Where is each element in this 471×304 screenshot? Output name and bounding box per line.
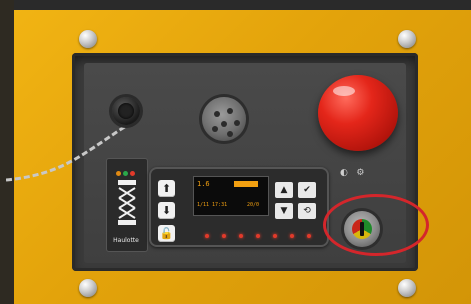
indicator-led xyxy=(307,234,311,238)
connector-pin xyxy=(227,131,233,137)
estop-highlight xyxy=(333,86,355,96)
display-line-2: 1/11 17:31 xyxy=(197,202,228,208)
connector-pin xyxy=(234,120,240,126)
indicator-led xyxy=(222,234,226,238)
multi-pin-connector xyxy=(202,97,246,141)
battery-indicator xyxy=(234,181,258,187)
key-switch-highlight xyxy=(323,194,429,256)
connector-pin xyxy=(227,108,233,114)
lcd-display: 1.6 1/11 17:31 20/0 xyxy=(193,176,269,216)
key-mode-icons: ◐ ⚙ xyxy=(340,168,365,178)
display-line-1: 1.6 xyxy=(197,180,210,188)
brand-label: Haulotte xyxy=(113,237,139,244)
indicator-led xyxy=(239,234,243,238)
connector-pin xyxy=(221,121,227,127)
connector-pin xyxy=(214,111,220,117)
scissor-lift-icon xyxy=(118,180,136,225)
connector-cap xyxy=(118,103,134,119)
bolt-bottom-right xyxy=(398,279,416,297)
down-arrow-button[interactable]: ⬇ xyxy=(158,202,175,219)
status-led-red xyxy=(130,171,135,176)
status-led-green xyxy=(123,171,128,176)
bolt-top-left xyxy=(79,30,97,48)
up-triangle-button[interactable]: ▲ xyxy=(275,182,293,198)
down-triangle-button[interactable]: ▼ xyxy=(275,203,293,219)
status-lights xyxy=(116,161,138,176)
connector-pin xyxy=(212,126,218,132)
indicator-led xyxy=(290,234,294,238)
confirm-button[interactable]: ✔ xyxy=(298,182,316,198)
bolt-bottom-left xyxy=(79,279,97,297)
emergency-stop-button[interactable] xyxy=(318,75,398,151)
indicator-led xyxy=(273,234,277,238)
bolt-top-right xyxy=(398,30,416,48)
top-edge xyxy=(0,0,471,10)
display-line-3: 20/0 xyxy=(247,202,260,208)
indicator-led xyxy=(205,234,209,238)
indicator-led xyxy=(256,234,260,238)
up-arrow-button[interactable]: ⬆ xyxy=(158,180,175,197)
back-button[interactable]: ⟲ xyxy=(298,203,316,219)
status-led-amber xyxy=(116,171,121,176)
unlock-button[interactable]: 🔓 xyxy=(158,225,175,242)
